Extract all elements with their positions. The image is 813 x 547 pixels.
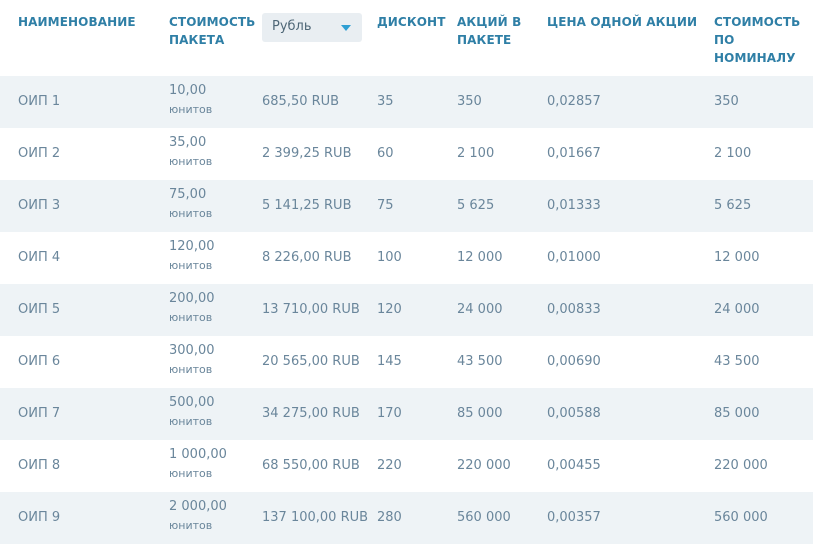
cell-cost-rub: 8 226,00 RUB bbox=[262, 250, 352, 265]
cell-nominal-value: 12 000 bbox=[714, 250, 760, 265]
header-shares-in-package: АКЦИЙ В ПАКЕТЕ bbox=[457, 15, 522, 47]
cell-package-cost: 200,00 bbox=[169, 291, 215, 306]
cell-package-cost: 75,00 bbox=[169, 187, 207, 202]
cell-price-per-share: 0,01333 bbox=[547, 198, 601, 213]
table-row: ОИП 4 120,00 юнитов 8 226,00 RUB 100 12 000 0,… bbox=[0, 232, 813, 284]
cell-discount: 60 bbox=[377, 146, 394, 161]
cell-package-unit: юнитов bbox=[169, 259, 213, 272]
cell-name: ОИП 6 bbox=[18, 354, 61, 369]
cell-package-unit: юнитов bbox=[169, 155, 213, 168]
cell-shares: 220 000 bbox=[457, 458, 511, 473]
cell-nominal-value: 5 625 bbox=[714, 198, 752, 213]
header-package-cost: СТОИМОСТЬ ПАКЕТА bbox=[169, 15, 256, 47]
cell-package-cost: 35,00 bbox=[169, 135, 207, 150]
cell-cost-rub: 20 565,00 RUB bbox=[262, 354, 360, 369]
cell-package-unit: юнитов bbox=[169, 467, 213, 480]
cell-nominal-value: 350 bbox=[714, 94, 739, 109]
table-row: ОИП 9 2 000,00 юнитов 137 100,00 RUB 280 560 … bbox=[0, 492, 813, 544]
cell-name: ОИП 5 bbox=[18, 302, 61, 317]
cell-package-cost: 500,00 bbox=[169, 395, 215, 410]
cell-shares: 5 625 bbox=[457, 198, 495, 213]
table-row: ОИП 3 75,00 юнитов 5 141,25 RUB 75 5 625 0,013… bbox=[0, 180, 813, 232]
cell-price-per-share: 0,00833 bbox=[547, 302, 601, 317]
cell-shares: 43 500 bbox=[457, 354, 503, 369]
cell-name: ОИП 7 bbox=[18, 406, 61, 421]
cell-nominal-value: 2 100 bbox=[714, 146, 752, 161]
cell-cost-rub: 5 141,25 RUB bbox=[262, 198, 352, 213]
cell-cost-rub: 137 100,00 RUB bbox=[262, 510, 369, 525]
cell-name: ОИП 8 bbox=[18, 458, 61, 473]
cell-package-unit: юнитов bbox=[169, 311, 213, 324]
cell-name: ОИП 2 bbox=[18, 146, 61, 161]
cell-cost-rub: 68 550,00 RUB bbox=[262, 458, 360, 473]
cell-package-unit: юнитов bbox=[169, 519, 213, 532]
cell-package-cost: 120,00 bbox=[169, 239, 215, 254]
cell-package-cost: 1 000,00 bbox=[169, 447, 227, 462]
cell-discount: 220 bbox=[377, 458, 402, 473]
header-nominal-value: СТОИМОСТЬ ПО НОМИНАЛУ bbox=[714, 15, 801, 65]
cell-package-cost: 10,00 bbox=[169, 83, 207, 98]
cell-cost-rub: 2 399,25 RUB bbox=[262, 146, 352, 161]
currency-select[interactable]: Рубль bbox=[262, 13, 362, 42]
cell-nominal-value: 85 000 bbox=[714, 406, 760, 421]
cell-name: ОИП 9 bbox=[18, 510, 61, 525]
cell-price-per-share: 0,01667 bbox=[547, 146, 601, 161]
cell-name: ОИП 3 bbox=[18, 198, 61, 213]
cell-nominal-value: 220 000 bbox=[714, 458, 768, 473]
cell-package-unit: юнитов bbox=[169, 363, 213, 376]
cell-cost-rub: 34 275,00 RUB bbox=[262, 406, 360, 421]
table-row: ОИП 1 10,00 юнитов 685,50 RUB 35 350 0,02857 35… bbox=[0, 76, 813, 128]
cell-shares: 2 100 bbox=[457, 146, 495, 161]
cell-nominal-value: 24 000 bbox=[714, 302, 760, 317]
cell-discount: 75 bbox=[377, 198, 394, 213]
cell-name: ОИП 1 bbox=[18, 94, 61, 109]
table-header: НАИМЕНОВАНИЕ СТОИМОСТЬ ПАКЕТА Рубль ДИСК… bbox=[0, 0, 813, 76]
table-row: ОИП 7 500,00 юнитов 34 275,00 RUB 170 85 000 0… bbox=[0, 388, 813, 440]
cell-package-cost: 2 000,00 bbox=[169, 499, 227, 514]
cell-discount: 120 bbox=[377, 302, 402, 317]
table-row: ОИП 2 35,00 юнитов 2 399,25 RUB 60 2 100 0,016… bbox=[0, 128, 813, 180]
cell-shares: 24 000 bbox=[457, 302, 503, 317]
cell-package-unit: юнитов bbox=[169, 415, 213, 428]
cell-cost-rub: 685,50 RUB bbox=[262, 94, 340, 109]
cell-price-per-share: 0,00588 bbox=[547, 406, 601, 421]
currency-select-value: Рубль bbox=[272, 19, 312, 34]
cell-price-per-share: 0,00690 bbox=[547, 354, 601, 369]
chevron-down-icon bbox=[341, 25, 351, 31]
cell-shares: 560 000 bbox=[457, 510, 511, 525]
cell-discount: 100 bbox=[377, 250, 402, 265]
cell-price-per-share: 0,02857 bbox=[547, 94, 601, 109]
cell-price-per-share: 0,00357 bbox=[547, 510, 601, 525]
cell-package-cost: 300,00 bbox=[169, 343, 215, 358]
cell-shares: 85 000 bbox=[457, 406, 503, 421]
cell-shares: 12 000 bbox=[457, 250, 503, 265]
cell-price-per-share: 0,01000 bbox=[547, 250, 601, 265]
header-discount: ДИСКОНТ bbox=[377, 15, 446, 29]
header-name: НАИМЕНОВАНИЕ bbox=[18, 15, 136, 29]
table-row: ОИП 5 200,00 юнитов 13 710,00 RUB 120 24 000 0… bbox=[0, 284, 813, 336]
cell-nominal-value: 43 500 bbox=[714, 354, 760, 369]
table-row: ОИП 8 1 000,00 юнитов 68 550,00 RUB 220 220 0… bbox=[0, 440, 813, 492]
cell-discount: 280 bbox=[377, 510, 402, 525]
cell-discount: 35 bbox=[377, 94, 394, 109]
header-price-per-share: ЦЕНА ОДНОЙ АКЦИИ bbox=[547, 15, 698, 29]
cell-name: ОИП 4 bbox=[18, 250, 61, 265]
cell-package-unit: юнитов bbox=[169, 207, 213, 220]
cell-nominal-value: 560 000 bbox=[714, 510, 768, 525]
cell-shares: 350 bbox=[457, 94, 482, 109]
cell-package-unit: юнитов bbox=[169, 103, 213, 116]
packages-table: НАИМЕНОВАНИЕ СТОИМОСТЬ ПАКЕТА Рубль ДИСК… bbox=[0, 0, 813, 547]
table-row: ОИП 6 300,00 юнитов 20 565,00 RUB 145 43 500 0… bbox=[0, 336, 813, 388]
cell-discount: 170 bbox=[377, 406, 402, 421]
cell-discount: 145 bbox=[377, 354, 402, 369]
cell-cost-rub: 13 710,00 RUB bbox=[262, 302, 360, 317]
cell-price-per-share: 0,00455 bbox=[547, 458, 601, 473]
